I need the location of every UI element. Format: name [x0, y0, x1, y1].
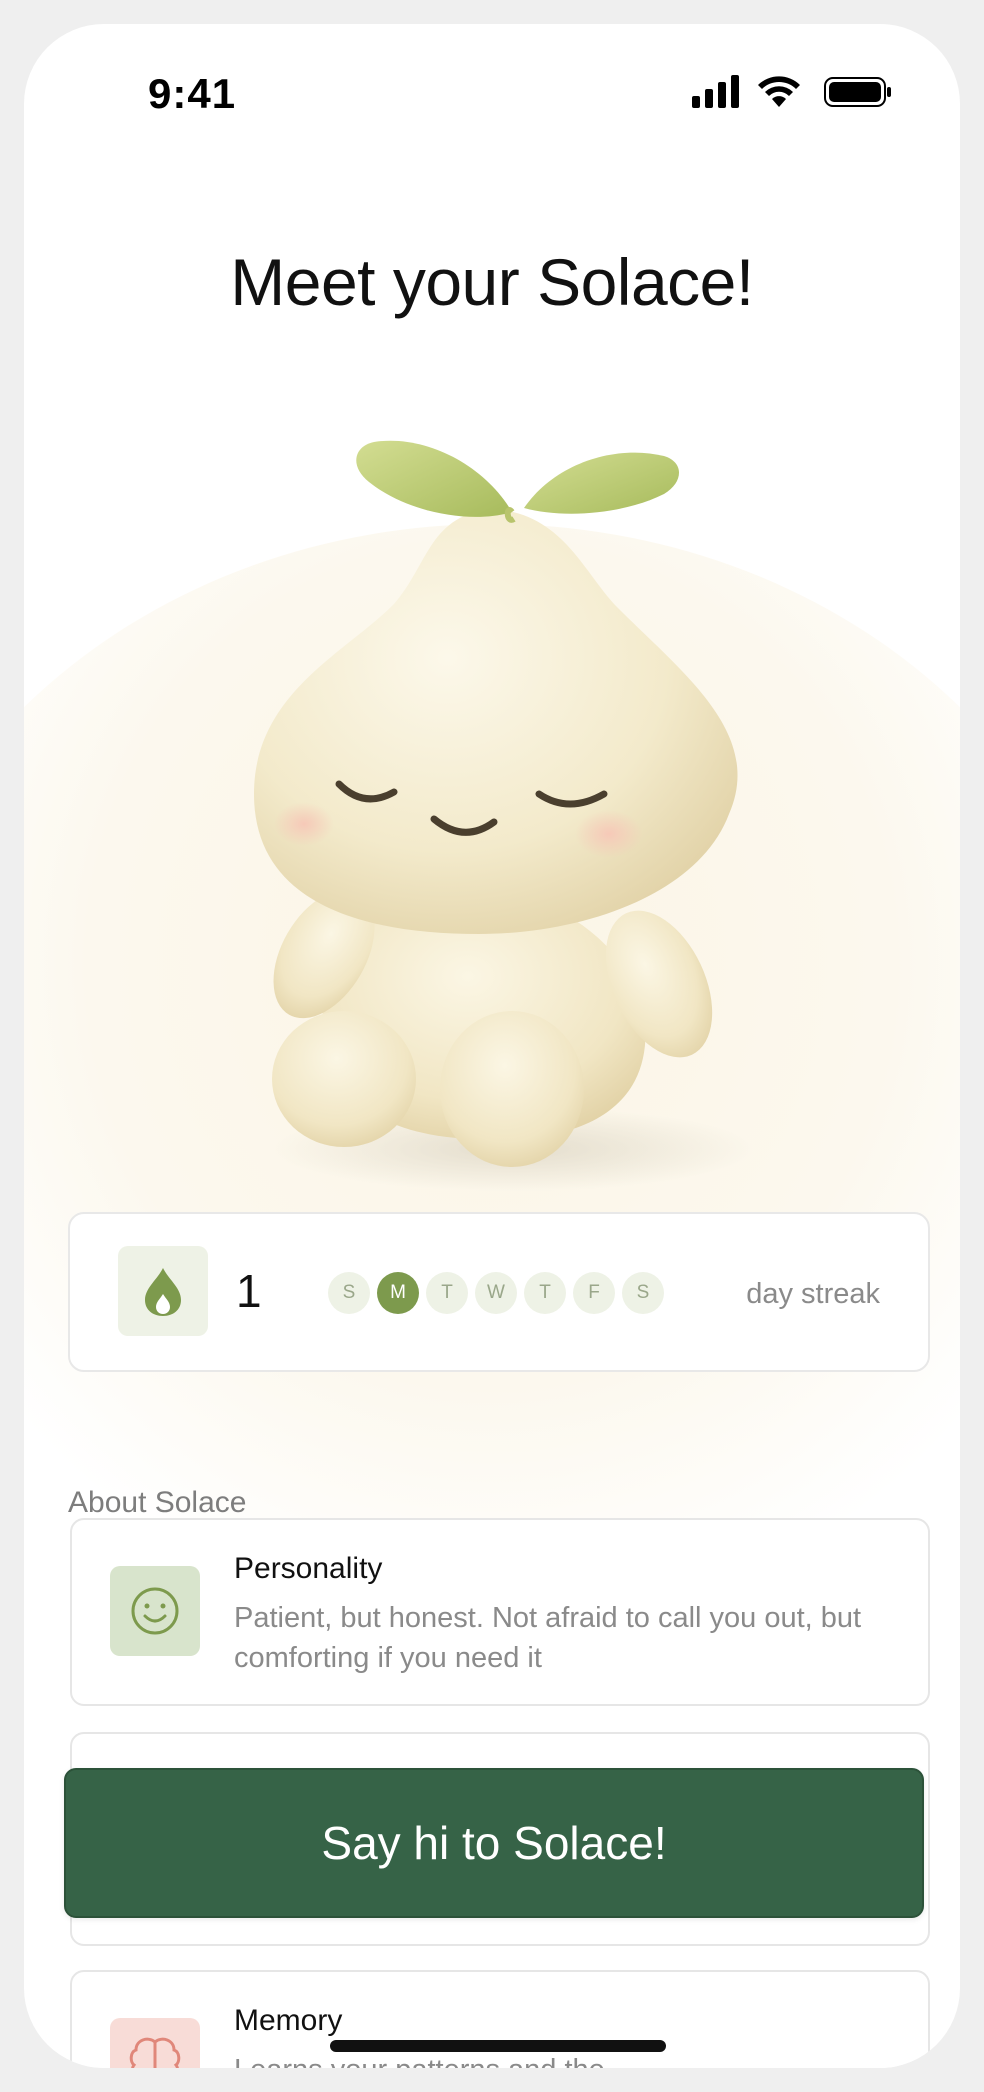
home-indicator[interactable] [330, 2040, 666, 2052]
day-chip-friday: F [573, 1272, 615, 1314]
flame-icon [145, 1268, 181, 1316]
day-chip-thursday: T [524, 1272, 566, 1314]
day-chip-monday: M [377, 1272, 419, 1314]
streak-count: 1 [236, 1265, 262, 1317]
say-hi-button[interactable]: Say hi to Solace! [64, 1768, 924, 1918]
memory-description: Learns your patterns and the [234, 2050, 874, 2068]
day-chip-sunday: S [328, 1272, 370, 1314]
memory-title: Memory [234, 2004, 343, 2037]
solace-mascot-illustration [254, 440, 754, 1191]
personality-description: Patient, but honest. Not afraid to call … [234, 1602, 862, 1674]
smiley-icon-box [110, 1566, 200, 1656]
page-title: Meet your Solace! [230, 245, 754, 319]
phone-screen: 9:41 Meet your Solace! 1 S M T W T F S d… [24, 24, 960, 2068]
flame-icon-box [118, 1246, 208, 1336]
day-chip-wednesday: W [475, 1272, 517, 1314]
day-chip-tuesday: T [426, 1272, 468, 1314]
battery-icon [824, 77, 891, 107]
status-icons [692, 74, 892, 114]
streak-label: day streak [746, 1278, 880, 1310]
streak-week-days: S M T W T F S [328, 1272, 668, 1314]
memory-card[interactable]: Memory Learns your patterns and the [70, 1970, 930, 2068]
signal-icon [692, 75, 739, 108]
day-chip-saturday: S [622, 1272, 664, 1314]
status-time: 9:41 [148, 70, 237, 117]
brain-icon [129, 2037, 181, 2068]
smiley-icon [131, 1587, 179, 1635]
personality-card[interactable]: Personality Patient, but honest. Not afr… [70, 1518, 930, 1706]
brain-icon-box [110, 2018, 200, 2068]
personality-title: Personality [234, 1552, 383, 1585]
streak-card: 1 S M T W T F S day streak [68, 1212, 930, 1372]
about-section-heading: About Solace [68, 1486, 247, 1519]
wifi-icon [758, 76, 800, 107]
